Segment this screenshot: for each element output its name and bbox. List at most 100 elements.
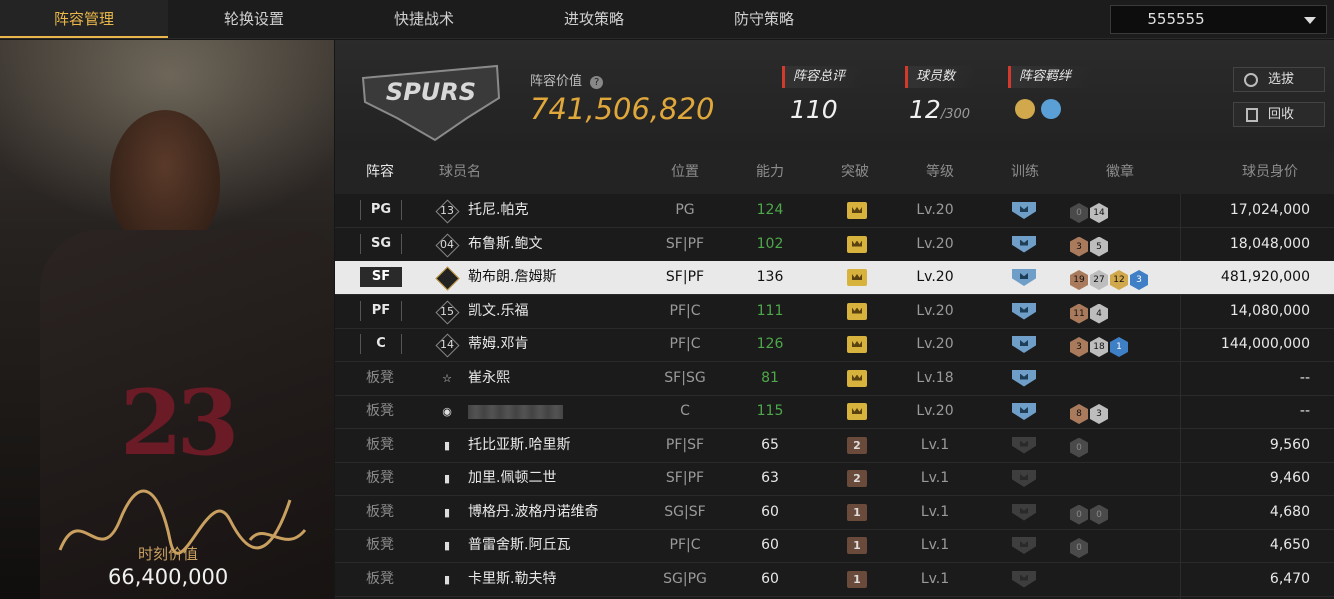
lineup-slot[interactable]: 板凳: [360, 563, 400, 596]
breakthrough-crown-icon[interactable]: [847, 235, 867, 253]
bond-icons[interactable]: [1015, 97, 1063, 121]
badge-list[interactable]: 00: [1070, 502, 1110, 525]
training-shield-icon[interactable]: [1012, 269, 1036, 286]
team-select-dropdown[interactable]: 555555: [1110, 5, 1327, 34]
table-row[interactable]: C 14 蒂姆.邓肯 PF|C 126 Lv.20 3 18 1 144,000,000: [335, 328, 1334, 362]
player-name[interactable]: 崔永熙: [468, 362, 510, 395]
table-row[interactable]: PG 13 托尼.帕克 PG 124 Lv.20 0 14 17,024,000: [335, 194, 1334, 228]
player-name[interactable]: 布鲁斯.鲍文: [468, 228, 542, 261]
player-name[interactable]: 加里.佩顿二世: [468, 462, 556, 495]
badge-list[interactable]: 3 18 1: [1070, 334, 1130, 357]
recycle-icon: [1246, 108, 1258, 122]
training-shield-icon[interactable]: [1012, 369, 1036, 387]
player-name[interactable]: 博格丹.波格丹诺维奇: [468, 496, 598, 529]
breakthrough-level-icon[interactable]: 2: [847, 436, 867, 454]
col-level[interactable]: 等级: [910, 150, 970, 194]
player-name-obscured: [468, 405, 563, 419]
lineup-slot[interactable]: 板凳: [360, 529, 400, 562]
training-shield-icon[interactable]: [1012, 570, 1036, 588]
training-shield-icon[interactable]: [1012, 436, 1036, 454]
scout-button[interactable]: 选拔: [1233, 67, 1325, 92]
training-shield-icon[interactable]: [1012, 537, 1036, 554]
col-training[interactable]: 训练: [995, 150, 1055, 194]
tab-rotation[interactable]: 轮换设置: [170, 0, 338, 38]
training-shield-icon[interactable]: [1012, 302, 1036, 320]
col-player-value[interactable]: 球员身价: [1225, 150, 1315, 194]
bronze-badge-icon: 3: [1070, 337, 1088, 357]
tab-defense[interactable]: 防守策略: [680, 0, 848, 38]
help-icon[interactable]: ?: [590, 76, 604, 89]
player-name[interactable]: 蒂姆.邓肯: [468, 328, 528, 361]
overall-value: 110: [790, 95, 838, 124]
col-lineup[interactable]: 阵容: [355, 150, 405, 194]
table-row[interactable]: 板凳 ▮ 加里.佩顿二世 SF|PF 63 2 Lv.1 9,460: [335, 462, 1334, 496]
lineup-slot[interactable]: C: [360, 334, 402, 354]
table-row[interactable]: PF 15 凯文.乐福 PF|C 111 Lv.20 11 4 14,080,000: [335, 295, 1334, 329]
col-position[interactable]: 位置: [655, 150, 715, 194]
badge-list[interactable]: 19 27 12 3: [1070, 267, 1150, 290]
table-row[interactable]: 板凳 ▮ 托比亚斯.哈里斯 PF|SF 65 2 Lv.1 0 9,560: [335, 429, 1334, 463]
breakthrough-crown-icon[interactable]: [847, 302, 867, 320]
breakthrough-level-icon[interactable]: 1: [847, 537, 867, 554]
training-shield-icon[interactable]: [1012, 336, 1036, 353]
breakthrough-level-icon[interactable]: 2: [847, 470, 867, 487]
lineup-slot[interactable]: SG: [360, 233, 402, 254]
lineup-slot[interactable]: 板凳: [360, 395, 400, 428]
table-row[interactable]: 板凳 ▮ 普雷舍斯.阿丘瓦 PF|C 60 1 Lv.1 0 4,650: [335, 529, 1334, 563]
tab-lineup[interactable]: 阵容管理: [0, 0, 168, 38]
tab-quick-tactics[interactable]: 快捷战术: [340, 0, 508, 38]
training-shield-icon[interactable]: [1012, 202, 1036, 219]
breakthrough-crown-icon[interactable]: [847, 269, 867, 286]
lineup-slot[interactable]: 板凳: [360, 496, 400, 529]
training-shield-icon[interactable]: [1012, 503, 1036, 521]
player-position: SF|PF: [665, 269, 705, 285]
silver-badge-icon: 14: [1090, 203, 1108, 223]
bond-label: 阵容羁绊: [1008, 66, 1091, 88]
training-shield-icon[interactable]: [1012, 403, 1036, 420]
badge-list[interactable]: 35: [1070, 234, 1110, 257]
badge-list[interactable]: 83: [1070, 401, 1110, 424]
player-name[interactable]: 卡里斯.勒夫特: [468, 563, 556, 596]
badge-list[interactable]: 0: [1070, 435, 1090, 458]
breakthrough-crown-icon[interactable]: [847, 369, 867, 387]
lineup-slot[interactable]: PG: [360, 200, 402, 220]
col-breakthrough[interactable]: 突破: [825, 150, 885, 194]
table-row[interactable]: 板凳 ◉ C 115 Lv.20 8 3 --: [335, 395, 1334, 429]
player-name[interactable]: 勒布朗.詹姆斯: [468, 261, 556, 294]
player-name[interactable]: 托比亚斯.哈里斯: [468, 429, 570, 462]
table-row[interactable]: 板凳 ▮ 博格丹.波格丹诺维奇 SG|SF 60 1 Lv.1 0 0 4,680: [335, 496, 1334, 530]
badge-list[interactable]: 0 14: [1070, 200, 1110, 223]
recycle-button[interactable]: 回收: [1233, 102, 1325, 127]
player-value: --: [1299, 369, 1310, 386]
player-name[interactable]: 托尼.帕克: [468, 194, 528, 227]
table-row[interactable]: 板凳 ▮ 卡里斯.勒夫特 SG|PG 60 1 Lv.1 6,470: [335, 563, 1334, 597]
tab-offense[interactable]: 进攻策略: [510, 0, 678, 38]
gold-badge-icon: 12: [1110, 270, 1128, 290]
lineup-slot[interactable]: PF: [360, 300, 402, 321]
breakthrough-crown-icon[interactable]: [847, 403, 867, 420]
breakthrough-crown-icon[interactable]: [847, 336, 867, 353]
table-row[interactable]: SF 15 勒布朗.詹姆斯 SF|PF 136 Lv.20 19 27 12 3 481,920,0…: [335, 261, 1334, 295]
training-shield-icon[interactable]: [1012, 470, 1036, 487]
col-ability[interactable]: 能力: [740, 150, 800, 194]
player-ability: 81: [761, 369, 779, 386]
badge-list[interactable]: 11 4: [1070, 301, 1110, 324]
breakthrough-level-icon[interactable]: 1: [847, 570, 867, 588]
player-position: PF|C: [669, 537, 701, 553]
player-name[interactable]: 凯文.乐福: [468, 295, 528, 328]
col-badges[interactable]: 徽章: [1090, 150, 1150, 194]
lineup-slot[interactable]: 板凳: [360, 429, 400, 462]
badge-list[interactable]: 0: [1070, 535, 1090, 558]
lineup-slot[interactable]: SF: [360, 267, 402, 287]
lineup-slot[interactable]: 板凳: [360, 462, 400, 495]
training-shield-icon[interactable]: [1012, 235, 1036, 253]
player-name[interactable]: 普雷舍斯.阿丘瓦: [468, 529, 570, 562]
player-card[interactable]: 23 时刻价值 66,400,000: [0, 40, 334, 599]
table-row[interactable]: 板凳 ☆ 崔永熙 SF|SG 81 Lv.18 --: [335, 362, 1334, 396]
breakthrough-crown-icon[interactable]: [847, 202, 867, 219]
breakthrough-level-icon[interactable]: 1: [847, 503, 867, 521]
table-row[interactable]: SG 04 布鲁斯.鲍文 SF|PF 102 Lv.20 3 5 18,048,000: [335, 228, 1334, 262]
col-player-name[interactable]: 球员名: [425, 150, 495, 194]
lineup-slot[interactable]: 板凳: [360, 362, 400, 395]
player-position: C: [680, 403, 690, 419]
